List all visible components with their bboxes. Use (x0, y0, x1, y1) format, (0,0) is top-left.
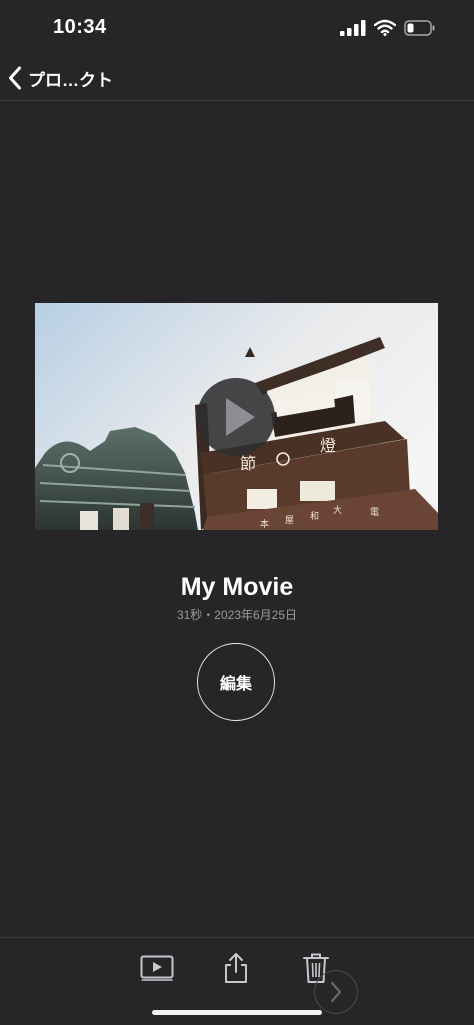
wifi-icon (374, 19, 396, 36)
svg-text:節: 節 (240, 454, 256, 473)
status-icons (340, 19, 436, 36)
project-metadata: 31秒・2023年6月25日 (176, 608, 298, 622)
status-time: 10:34 (53, 16, 107, 38)
chevron-right-icon (330, 981, 342, 1003)
edit-button[interactable]: 編集 (197, 643, 275, 721)
status-bar: 10:34 (0, 0, 474, 56)
svg-text:本: 本 (260, 518, 269, 530)
home-indicator (152, 1010, 322, 1015)
share-icon (225, 953, 247, 983)
share-button[interactable] (216, 948, 256, 988)
play-button[interactable] (137, 948, 177, 988)
svg-text:屋: 屋 (285, 515, 294, 526)
cellular-signal-icon (340, 19, 366, 36)
edit-label: 編集 (219, 676, 252, 693)
svg-text:電: 電 (370, 507, 379, 518)
play-rectangle-icon (140, 955, 174, 981)
navigation-bar: プロ…クト (0, 56, 474, 101)
chevron-left-icon (9, 66, 21, 90)
play-icon (226, 398, 255, 436)
back-label: プロ…クト (28, 70, 113, 90)
back-button[interactable]: プロ…クト (8, 64, 113, 92)
svg-text:燈: 燈 (320, 436, 336, 455)
svg-text:和: 和 (310, 511, 319, 522)
play-overlay-button[interactable] (197, 378, 275, 456)
svg-text:大: 大 (333, 504, 342, 516)
battery-icon (404, 19, 435, 36)
next-button[interactable] (314, 970, 358, 1014)
project-title: My Movie (180, 573, 294, 601)
